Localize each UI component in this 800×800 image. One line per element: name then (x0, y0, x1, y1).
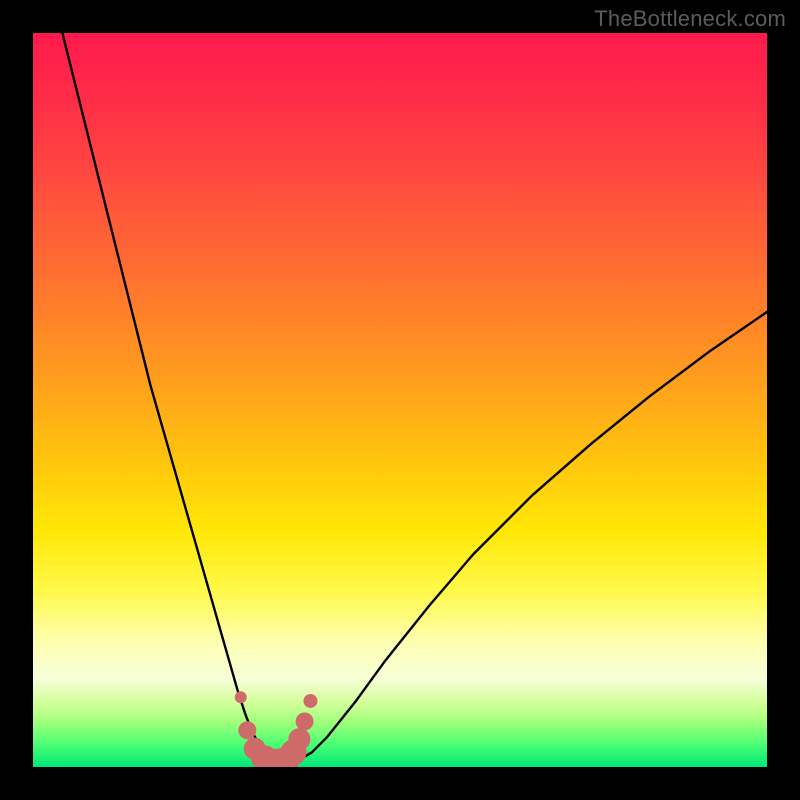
curve-layer (33, 33, 767, 767)
highlight-marker (303, 694, 317, 708)
highlight-marker (296, 712, 314, 730)
plot-area (33, 33, 767, 767)
watermark-text: TheBottleneck.com (594, 6, 786, 32)
bottleneck-curve (62, 33, 767, 764)
highlight-marker (288, 728, 310, 750)
highlight-marker (238, 721, 256, 739)
highlight-marker (235, 691, 247, 703)
chart-frame: TheBottleneck.com (0, 0, 800, 800)
